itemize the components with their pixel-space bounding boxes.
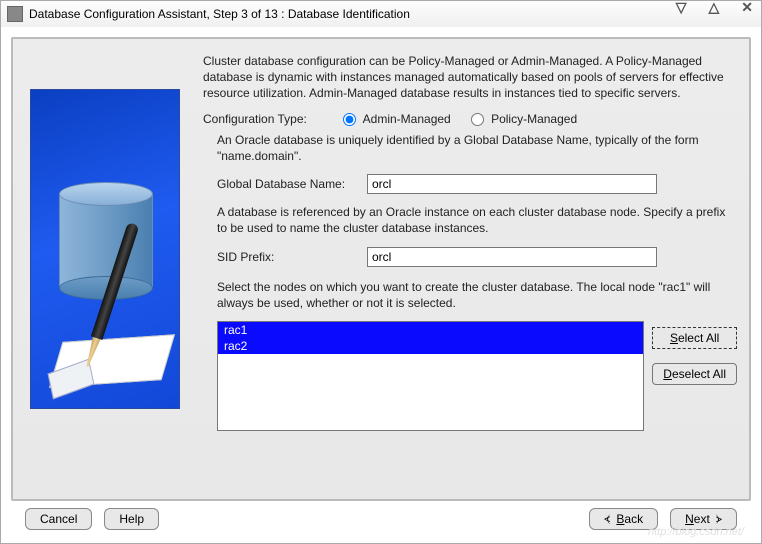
admin-managed-radio[interactable]: Admin-Managed (343, 112, 451, 126)
intro-text: Cluster database configuration can be Po… (203, 53, 737, 102)
maximize-icon[interactable]: △ (708, 0, 719, 16)
bottom-bar: Cancel Help ⦓ Back Next ⦔ (11, 501, 751, 537)
global-db-input[interactable] (367, 174, 657, 194)
sid-desc: A database is referenced by an Oracle in… (217, 204, 737, 236)
sidebar (25, 53, 185, 483)
select-all-button[interactable]: Select All (652, 327, 737, 349)
global-db-label: Global Database Name: (217, 177, 367, 191)
titlebar: Database Configuration Assistant, Step 3… (1, 1, 761, 27)
main-panel: Cluster database configuration can be Po… (11, 37, 751, 501)
minimize-icon[interactable]: ▽ (676, 0, 687, 16)
chevron-right-icon: ⦔ (716, 513, 722, 526)
sid-label: SID Prefix: (217, 250, 367, 264)
app-icon (7, 6, 23, 22)
policy-managed-radio[interactable]: Policy-Managed (471, 112, 577, 126)
wizard-illustration (30, 89, 180, 409)
policy-managed-label: Policy-Managed (491, 112, 577, 126)
chevron-left-icon: ⦓ (604, 513, 610, 526)
global-db-desc: An Oracle database is uniquely identifie… (217, 132, 737, 164)
content-area: Cluster database configuration can be Po… (185, 53, 737, 483)
window-title: Database Configuration Assistant, Step 3… (29, 7, 755, 21)
node-item[interactable]: rac1 (218, 322, 643, 338)
help-button[interactable]: Help (104, 508, 159, 530)
watermark: http://blog.csdn.net/ (648, 526, 744, 538)
node-item[interactable]: rac2 (218, 338, 643, 354)
config-type-row: Configuration Type: Admin-Managed Policy… (203, 112, 737, 126)
config-type-label: Configuration Type: (203, 112, 343, 126)
deselect-all-button[interactable]: Deselect All (652, 363, 737, 385)
sid-input[interactable] (367, 247, 657, 267)
nodes-desc: Select the nodes on which you want to cr… (217, 279, 737, 311)
cancel-button[interactable]: Cancel (25, 508, 92, 530)
nodes-list[interactable]: rac1 rac2 (217, 321, 644, 431)
admin-managed-label: Admin-Managed (363, 112, 451, 126)
close-icon[interactable]: ✕ (741, 0, 753, 16)
